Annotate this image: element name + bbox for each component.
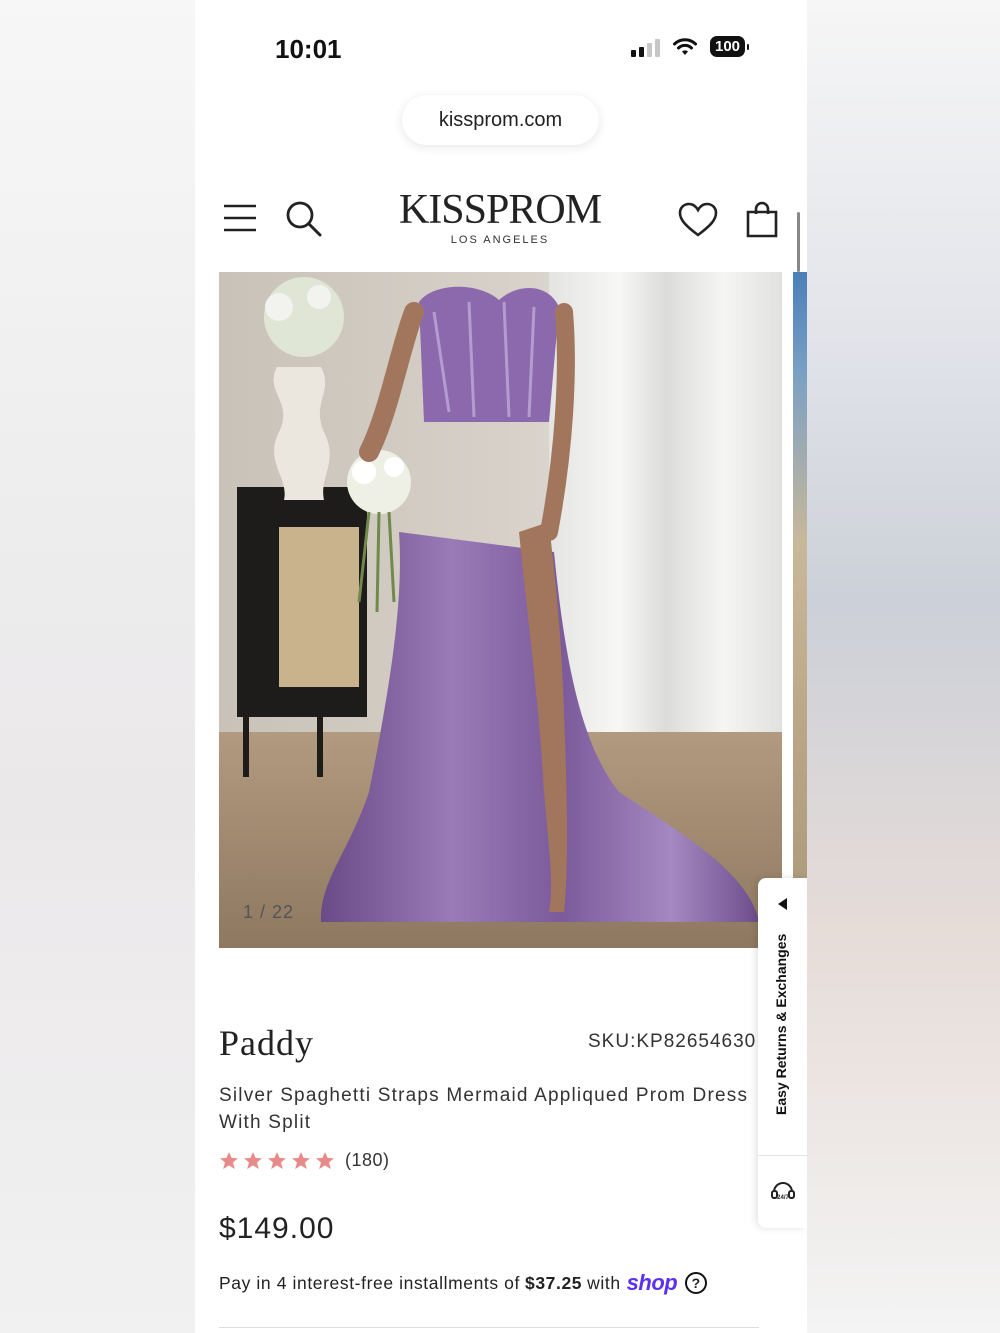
brand-logo[interactable]: KISSPROM LOS ANGELES (375, 188, 625, 246)
star-icon (244, 1151, 262, 1169)
shopping-bag-icon[interactable] (745, 200, 779, 238)
search-icon[interactable] (285, 200, 323, 238)
next-product-image-peek[interactable] (793, 272, 807, 948)
product-price: $149.00 (219, 1212, 335, 1245)
star-icon (316, 1151, 334, 1169)
installments-banner: Pay in 4 interest-free installments of $… (219, 1270, 708, 1296)
shop-pay-logo: shop (626, 1270, 678, 1295)
status-icons: 100 (631, 36, 750, 57)
review-count[interactable]: (180) (345, 1150, 390, 1171)
address-bar[interactable]: kissprom.com (402, 95, 599, 145)
wifi-icon (673, 37, 697, 55)
svg-text:24/7: 24/7 (777, 1195, 789, 1201)
star-icon (268, 1151, 286, 1169)
cellular-signal-icon (631, 37, 660, 57)
image-counter: 1 / 22 (243, 902, 295, 922)
product-rating[interactable]: (180) (219, 1150, 390, 1171)
easy-returns-tab[interactable]: Easy Returns & Exchanges 24/7 (758, 878, 807, 1228)
product-photo (219, 272, 782, 948)
battery-icon: 100 (710, 36, 750, 57)
easy-returns-label: Easy Returns & Exchanges (773, 933, 789, 1115)
support-24-7-icon[interactable]: 24/7 (770, 1178, 796, 1204)
menu-icon[interactable] (223, 204, 257, 232)
logo-main-text: KISSPROM (398, 187, 602, 233)
side-tab-divider (758, 1155, 807, 1156)
heart-icon[interactable] (678, 202, 718, 238)
background-blur-right (807, 0, 1000, 1333)
phone-screen: 10:01 100 kissprom.com KISSPROM LOS ANGE… (195, 0, 807, 1333)
status-time: 10:01 (275, 34, 342, 64)
divider (219, 1327, 759, 1328)
scrollbar[interactable] (797, 212, 800, 272)
logo-sub-text: LOS ANGELES (450, 234, 550, 246)
installments-text: Pay in 4 interest-free installments of (219, 1272, 520, 1293)
collapse-arrow-icon[interactable] (778, 898, 787, 910)
background-blur-left (0, 0, 195, 1333)
product-name: Paddy (219, 1023, 314, 1063)
star-icon (292, 1151, 310, 1169)
product-image[interactable] (219, 272, 782, 948)
star-icon (220, 1151, 238, 1169)
installment-amount: $37.25 (524, 1272, 583, 1293)
product-description: Silver Spaghetti Straps Mermaid Applique… (219, 1085, 749, 1133)
help-icon[interactable]: ? (685, 1272, 708, 1294)
product-sku: SKU:KP82654630 (588, 1031, 757, 1052)
installments-with: with (587, 1272, 621, 1293)
